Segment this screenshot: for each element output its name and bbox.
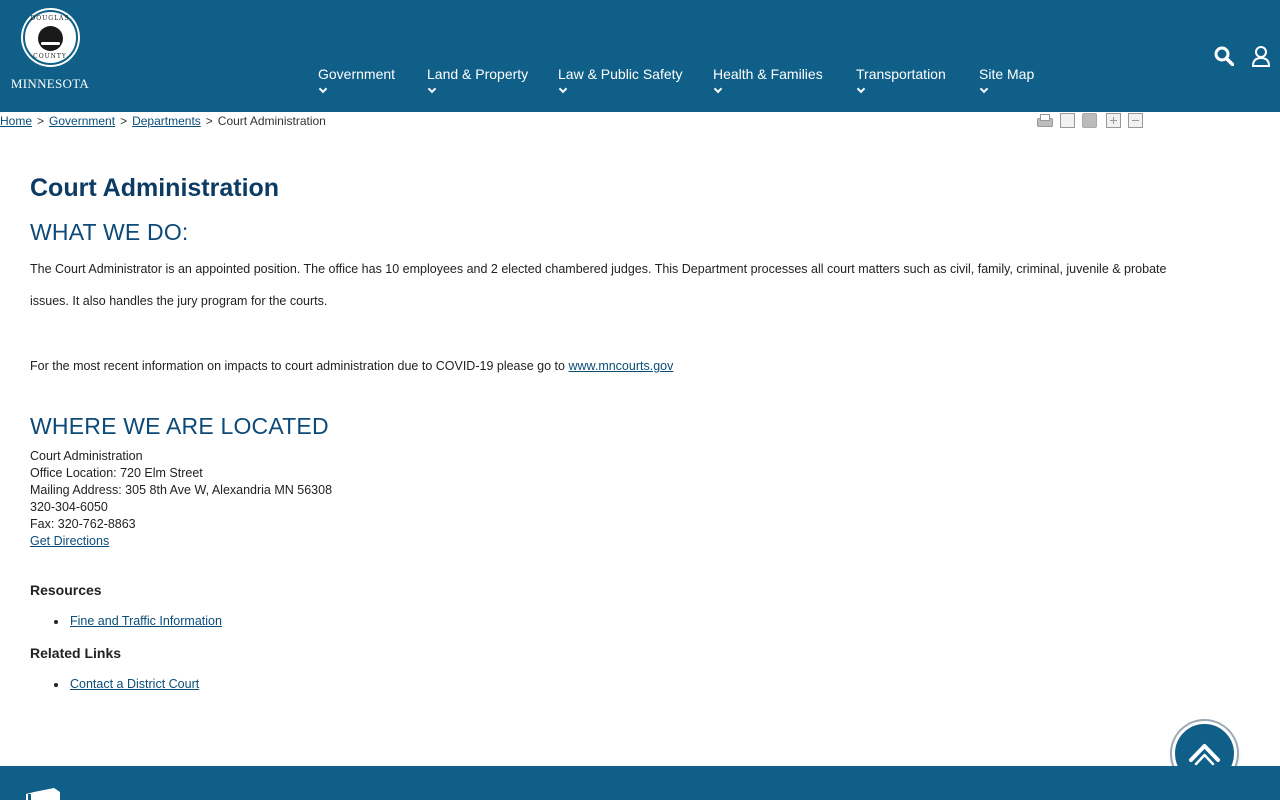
page-title: Court Administration [30,174,280,202]
nav-item-health-families[interactable]: Health & Families [713,66,823,94]
covid-notice: For the most recent information on impac… [30,359,673,373]
description-line-1: The Court Administrator is an appointed … [30,262,1167,276]
chevron-down-icon [856,84,866,94]
nav-label: Transportation [856,66,946,82]
where-heading: WHERE WE ARE LOCATED [30,413,329,439]
fax-number: Fax: 320-762-8863 [30,517,136,531]
chevron-down-icon [979,84,989,94]
search-icon[interactable] [1214,46,1234,66]
mailing-address: Mailing Address: 305 8th Ave W, Alexandr… [30,483,333,497]
user-icon[interactable] [1251,45,1271,67]
zoom-in-icon[interactable] [1106,113,1121,128]
nav-label: Site Map [979,66,1035,82]
bullet [54,620,58,624]
nav-item-site-map[interactable]: Site Map [979,66,1035,94]
nav-item-government[interactable]: Government [318,66,396,94]
nav-label: Government [318,66,396,82]
phone-number: 320-304-6050 [30,500,108,514]
address-block: Court Administration Office Location: 72… [30,448,332,550]
county-seal: DOUGLAS COUNTY [22,10,78,65]
seal-text-top: DOUGLAS [30,15,70,22]
footer-logo-icon [26,788,60,800]
what-we-do-heading: WHAT WE DO: [30,219,189,245]
covid-text: For the most recent information on impac… [30,359,569,373]
nav-label: Health & Families [713,66,823,82]
description-line-2: issues. It also handles the jury program… [30,294,328,308]
county-logo[interactable]: DOUGLAS COUNTY MINNESOTA [10,10,90,92]
breadcrumb-government[interactable]: Government [49,114,115,128]
breadcrumb-current: Court Administration [217,114,326,128]
print-icon[interactable] [1036,113,1053,128]
nav-item-land-property[interactable]: Land & Property [427,66,529,94]
chevron-down-icon [558,84,568,94]
site-footer [0,766,1280,800]
rss-icon[interactable] [1082,113,1097,128]
related-links-heading: Related Links [30,645,122,661]
breadcrumb-separator: > [205,114,213,128]
chevron-down-icon [713,84,723,94]
email-icon[interactable] [1060,113,1075,128]
breadcrumb-separator: > [120,114,128,128]
seal-emblem [37,26,63,51]
zoom-out-icon[interactable] [1128,113,1143,128]
address-name: Court Administration [30,449,143,463]
nav-label: Law & Public Safety [558,66,683,82]
chevron-down-icon [318,84,328,94]
breadcrumb-departments[interactable]: Departments [132,114,201,128]
breadcrumb: Home > Government > Departments > Court Admini… [0,114,326,128]
breadcrumb-separator: > [37,114,45,128]
contact-district-court-link[interactable]: Contact a District Court [70,677,199,691]
chevron-down-icon [427,84,437,94]
site-header: DOUGLAS COUNTY MINNESOTA Government Land… [0,0,1280,112]
nav-item-law-public-safety[interactable]: Law & Public Safety [558,66,683,94]
logo-state-name: MINNESOTA [10,76,90,91]
fine-traffic-link[interactable]: Fine and Traffic Information [70,614,222,628]
mncourts-link[interactable]: www.mncourts.gov [568,359,673,373]
nav-item-transportation[interactable]: Transportation [856,66,946,94]
seal-text-bottom: COUNTY [33,53,67,60]
nav-label: Land & Property [427,66,529,82]
get-directions-link[interactable]: Get Directions [30,534,109,548]
office-location: Office Location: 720 Elm Street [30,466,203,480]
breadcrumb-home[interactable]: Home [0,114,32,128]
resources-heading: Resources [30,582,102,598]
bullet [54,683,58,687]
